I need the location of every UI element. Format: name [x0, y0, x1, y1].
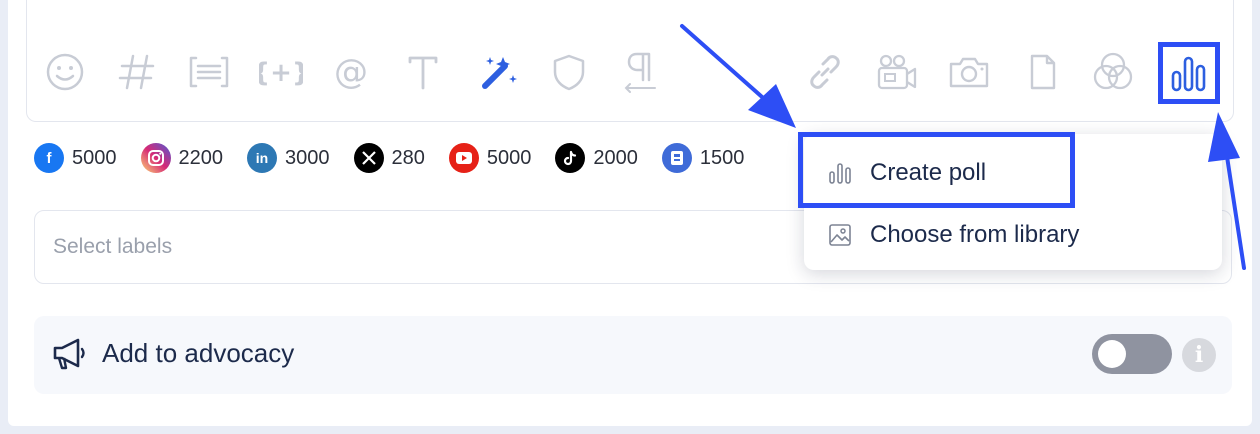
- post-editor[interactable]: {+} @: [26, 0, 1234, 122]
- svg-text:@: @: [334, 52, 368, 92]
- variable-icon[interactable]: {+}: [259, 50, 303, 94]
- magic-wand-icon[interactable]: [477, 50, 521, 94]
- svg-text:{+}: {+}: [259, 58, 303, 88]
- color-circles-icon[interactable]: [1091, 50, 1135, 94]
- shield-icon[interactable]: [547, 50, 591, 94]
- toggle-knob: [1098, 340, 1126, 368]
- megaphone-icon: [50, 336, 88, 377]
- count-youtube: 5000: [448, 143, 532, 173]
- count-facebook: f 5000: [34, 143, 117, 173]
- tiktok-icon: [555, 143, 586, 173]
- link-icon[interactable]: [803, 50, 847, 94]
- youtube-icon: [448, 143, 479, 173]
- count-value: 2000: [593, 146, 638, 169]
- count-value: 2200: [178, 146, 224, 169]
- count-value: 280: [391, 146, 425, 169]
- advocacy-row: Add to advocacy i: [34, 316, 1232, 394]
- x-icon: [353, 143, 384, 173]
- count-google-business: 1500: [661, 143, 745, 173]
- paragraph-icon[interactable]: [619, 50, 663, 94]
- count-value: 5000: [486, 146, 532, 169]
- hashtag-icon[interactable]: [115, 50, 159, 94]
- facebook-icon: f: [34, 143, 64, 173]
- info-icon[interactable]: i: [1182, 338, 1216, 372]
- labels-placeholder: Select labels: [53, 235, 173, 258]
- menu-item-choose-from-library[interactable]: Choose from library: [804, 204, 1222, 266]
- poll-chart-icon[interactable]: [1158, 42, 1220, 104]
- advocacy-label: Add to advocacy: [102, 338, 295, 368]
- count-linkedin: in 3000: [247, 143, 330, 173]
- highlight-create-poll: [798, 132, 1075, 208]
- count-tiktok: 2000: [555, 143, 638, 173]
- linkedin-icon: in: [247, 143, 277, 173]
- count-x: 280: [353, 143, 425, 173]
- count-value: 3000: [285, 146, 330, 169]
- instagram-icon: [140, 143, 171, 173]
- emoji-icon[interactable]: [43, 50, 87, 94]
- count-value: 5000: [72, 146, 117, 169]
- advocacy-toggle[interactable]: [1092, 334, 1172, 374]
- count-value: 1500: [699, 146, 745, 169]
- mention-icon[interactable]: @: [329, 50, 373, 94]
- menu-item-label: Choose from library: [870, 221, 1080, 248]
- camera-icon[interactable]: [947, 50, 991, 94]
- font-icon[interactable]: [401, 50, 445, 94]
- text-block-icon[interactable]: [187, 50, 231, 94]
- image-icon: [828, 223, 854, 247]
- character-counts: f 5000 2200 in 3000 280 5000 2000 1500: [34, 140, 768, 176]
- document-icon[interactable]: [1021, 50, 1065, 94]
- video-camera-icon[interactable]: [875, 50, 919, 94]
- google-business-icon: [661, 143, 692, 173]
- count-instagram: 2200: [140, 143, 224, 173]
